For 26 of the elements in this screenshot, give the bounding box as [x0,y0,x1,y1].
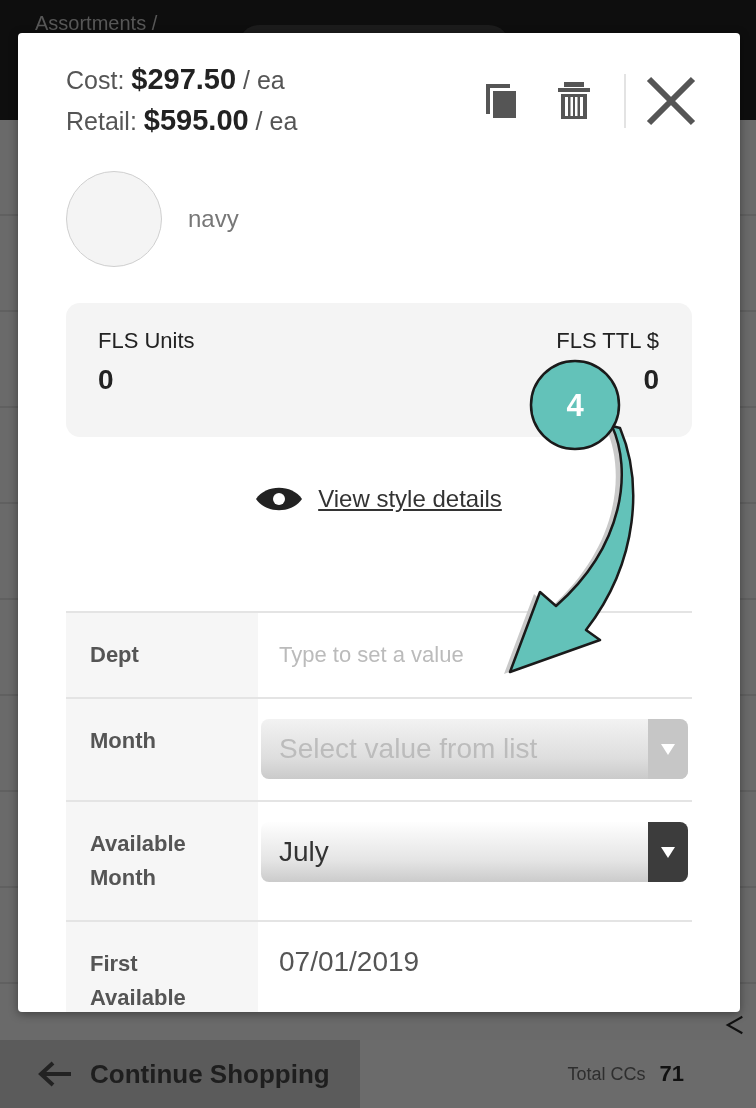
color-name-text: navy [188,205,239,233]
field-label: Month [90,727,156,755]
date-field[interactable]: 07/01/2019 [279,945,420,979]
trash-icon[interactable] [558,82,590,119]
summary-value: 0 [643,363,659,397]
step-number-badge: 4 [529,359,621,451]
eye-icon [256,487,303,511]
summary-label: FLS Units [98,327,195,355]
arrow-left-icon [38,1061,72,1087]
field-label: Available Month [90,830,187,892]
cost-price-text: Cost: $297.50 / ea [66,62,286,97]
copy-icon[interactable] [486,83,516,118]
close-icon[interactable] [646,75,696,126]
field-label: First Available [90,950,187,1012]
retail-price-text: Retail: $595.00 / ea [66,103,298,138]
summary-label: FLS TTL $ [556,327,659,355]
chevron-left-icon[interactable] [724,1014,746,1036]
total-ccs-value: 71 [659,1061,684,1087]
field-label: Dept [90,641,139,669]
summary-value: 0 [98,363,114,397]
total-ccs-label: Total CCs [567,1063,646,1085]
view-style-details-link[interactable]: View style details [318,485,502,513]
dropdown-caret-icon [648,719,688,779]
dropdown-caret-icon [648,822,688,882]
text-input-field[interactable]: Type to set a value [279,638,659,672]
select-field[interactable]: July [261,822,688,882]
